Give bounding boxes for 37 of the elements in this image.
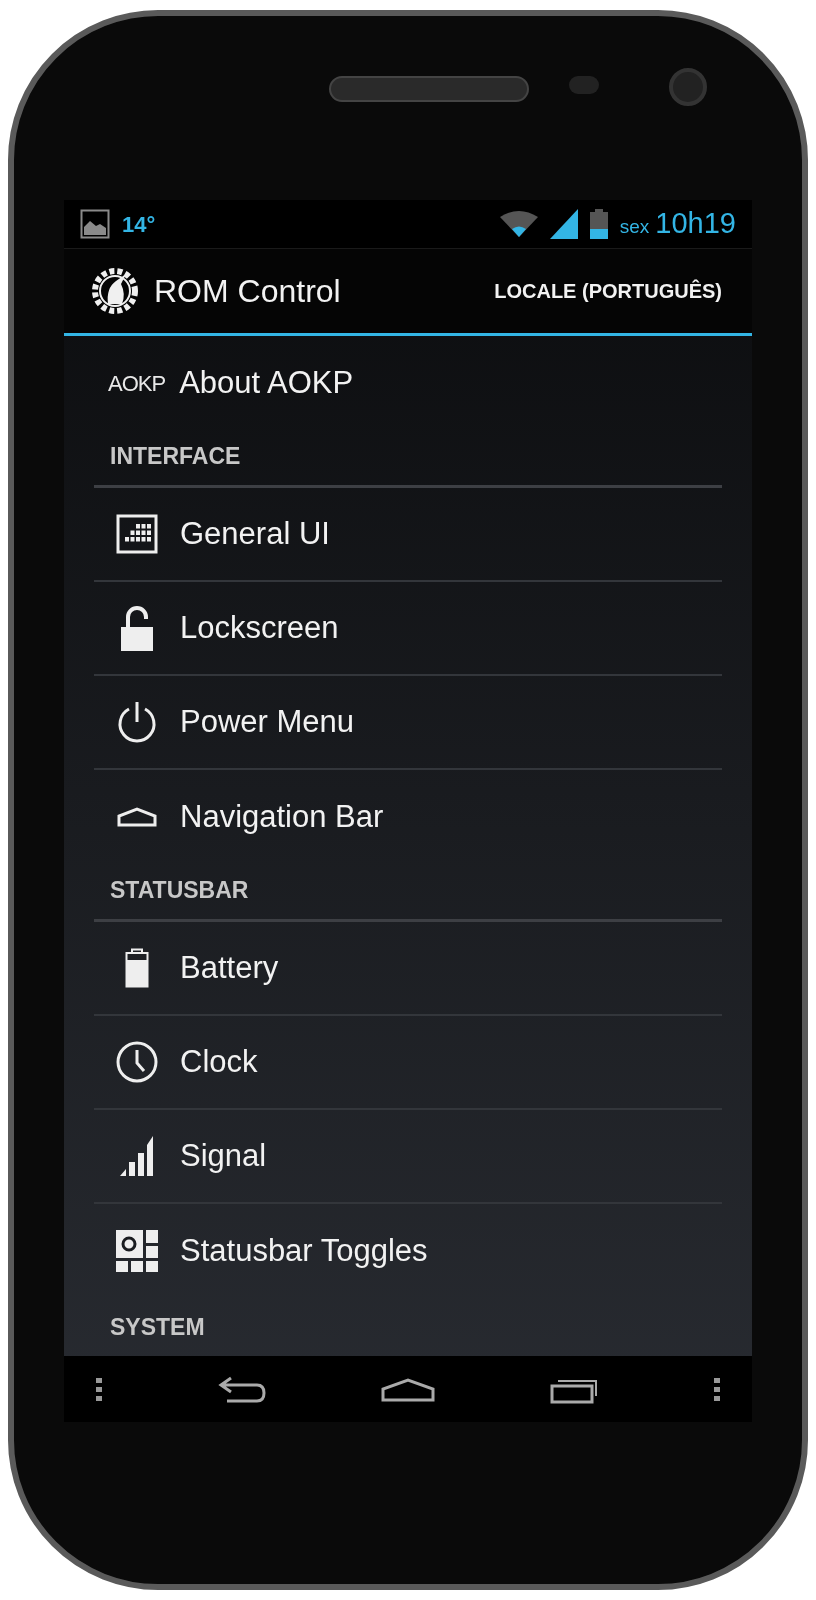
sensor-icon <box>569 76 599 94</box>
section-header: SYSTEM <box>110 1312 205 1342</box>
clock-time: 10h19 <box>655 206 736 242</box>
settings-item[interactable]: Clock <box>94 1016 722 1110</box>
section-header: INTERFACE <box>110 441 241 471</box>
menu-dots-icon[interactable] <box>96 1378 102 1402</box>
grid-icon <box>116 514 158 554</box>
section-header: STATUSBAR <box>110 875 249 905</box>
settings-item[interactable]: Navigation Bar <box>94 770 722 864</box>
temperature: 14° <box>122 210 156 239</box>
locale-button[interactable]: LOCALE (PORTUGUÊS) <box>494 276 722 306</box>
aokp-logo: AOKP <box>108 369 166 398</box>
power-icon <box>116 700 158 744</box>
home-outline-icon <box>117 807 157 827</box>
settings-item[interactable]: General UI <box>94 488 722 582</box>
settings-item[interactable]: Power Menu <box>94 676 722 770</box>
menu-dots-icon[interactable] <box>714 1378 720 1402</box>
app-title: ROM Control <box>154 272 341 311</box>
back-icon[interactable] <box>216 1375 267 1405</box>
settings-item[interactable]: Signal <box>94 1110 722 1204</box>
toggles-grid-icon <box>116 1230 158 1272</box>
settings-item[interactable]: Statusbar Toggles <box>94 1204 722 1298</box>
clock-icon <box>116 1041 158 1083</box>
signal-bars-icon <box>119 1135 155 1177</box>
item-label: About AOKP <box>179 363 354 402</box>
day-label: sex <box>619 215 650 240</box>
image-icon <box>80 209 110 239</box>
settings-item[interactable]: Battery <box>94 922 722 1016</box>
about-item[interactable]: AOKP About AOKP <box>64 336 752 430</box>
signal-icon <box>549 209 578 239</box>
wifi-icon <box>499 211 538 237</box>
padlock-icon <box>120 605 154 651</box>
settings-item[interactable]: Lockscreen <box>94 582 722 676</box>
battery-status-icon <box>589 209 608 239</box>
home-icon[interactable] <box>381 1378 435 1402</box>
camera-icon <box>669 68 707 106</box>
battery-icon <box>125 948 149 988</box>
